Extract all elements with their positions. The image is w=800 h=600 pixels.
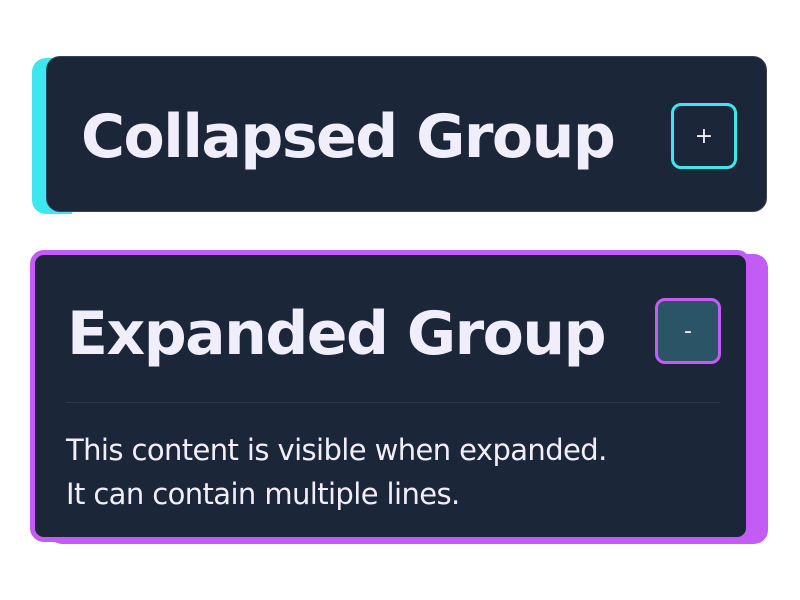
expand-button[interactable]: +: [671, 103, 737, 169]
expanded-group-title[interactable]: Expanded Group: [67, 298, 607, 370]
collapsed-group-title: Collapsed Group: [81, 102, 616, 172]
collapsed-group-header[interactable]: Collapsed Group +: [46, 56, 767, 212]
collapsed-group: Collapsed Group +: [32, 56, 769, 214]
plus-icon: +: [694, 123, 714, 149]
content-line: This content is visible when expanded.: [66, 433, 607, 467]
expanded-group-content: This content is visible when expanded. I…: [66, 428, 607, 516]
minus-icon: -: [684, 318, 692, 344]
divider: [66, 402, 720, 403]
collapse-button[interactable]: -: [655, 298, 721, 364]
expanded-group: Expanded Group - This content is visible…: [30, 250, 768, 546]
expanded-group-panel: Expanded Group - This content is visible…: [30, 250, 751, 542]
page: Collapsed Group + Expanded Group - This …: [0, 0, 800, 600]
content-line: It can contain multiple lines.: [66, 477, 460, 511]
